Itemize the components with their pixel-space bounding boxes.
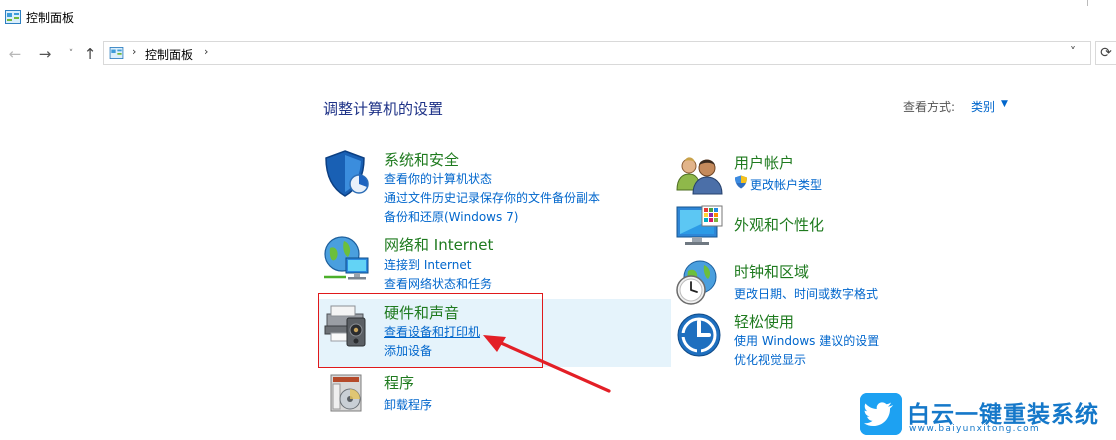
link-change-date-time-format[interactable]: 更改日期、时间或数字格式 bbox=[734, 285, 878, 302]
network-globe-icon bbox=[324, 236, 369, 280]
title-bar: 控制面板 bbox=[0, 0, 1116, 36]
link-view-computer-status[interactable]: 查看你的计算机状态 bbox=[384, 170, 492, 187]
bird-logo-icon bbox=[860, 393, 902, 435]
page-heading: 调整计算机的设置 bbox=[323, 100, 444, 118]
link-network-status-tasks[interactable]: 查看网络状态和任务 bbox=[384, 275, 492, 292]
link-uninstall-program[interactable]: 卸载程序 bbox=[384, 396, 432, 413]
window-edge bbox=[1087, 0, 1088, 6]
caret-down-icon[interactable]: ▼ bbox=[1001, 99, 1008, 109]
ease-of-access-icon bbox=[677, 313, 721, 357]
link-file-history-backup[interactable]: 通过文件历史记录保存你的文件备份副本 bbox=[384, 189, 600, 206]
control-panel-icon bbox=[109, 47, 124, 59]
appearance-monitor-icon bbox=[676, 205, 723, 245]
refresh-button[interactable]: ⟳ bbox=[1095, 41, 1116, 65]
window-title: 控制面板 bbox=[26, 11, 75, 25]
link-backup-restore[interactable]: 备份和还原(Windows 7) bbox=[384, 208, 518, 225]
recent-locations-button[interactable]: ˅ bbox=[62, 45, 80, 63]
link-windows-suggested-settings[interactable]: 使用 Windows 建议的设置 bbox=[734, 332, 879, 349]
category-clock-region[interactable]: 时钟和区域 bbox=[734, 261, 809, 282]
annotation-arrow-icon bbox=[483, 335, 611, 393]
up-button[interactable]: ↑ bbox=[81, 45, 99, 63]
address-bar[interactable]: › 控制面板 › ˅ bbox=[103, 41, 1091, 65]
link-change-account-type[interactable]: 更改帐户类型 bbox=[750, 176, 822, 193]
category-appearance-personalization[interactable]: 外观和个性化 bbox=[734, 214, 824, 235]
control-panel-icon bbox=[5, 10, 21, 24]
link-connect-internet[interactable]: 连接到 Internet bbox=[384, 256, 471, 273]
chevron-right-icon[interactable]: › bbox=[204, 45, 208, 58]
watermark-logo: 白云一键重装系统 www.baiyunxitong.com bbox=[860, 393, 1116, 440]
clock-region-icon bbox=[676, 260, 717, 305]
category-system-security[interactable]: 系统和安全 bbox=[384, 149, 459, 170]
address-dropdown-button[interactable]: ˅ bbox=[1070, 45, 1076, 59]
breadcrumb-control-panel[interactable]: 控制面板 bbox=[145, 46, 193, 63]
shield-icon bbox=[325, 150, 369, 197]
view-by-label: 查看方式: bbox=[903, 100, 956, 114]
uac-shield-icon bbox=[735, 175, 747, 189]
category-user-accounts[interactable]: 用户帐户 bbox=[734, 152, 794, 173]
view-by-dropdown[interactable]: 类别 bbox=[971, 98, 995, 115]
watermark-url: www.baiyunxitong.com bbox=[909, 424, 1040, 434]
forward-button[interactable]: → bbox=[36, 45, 54, 63]
back-button[interactable]: ← bbox=[6, 45, 24, 63]
category-ease-of-access[interactable]: 轻松使用 bbox=[734, 311, 794, 332]
category-programs[interactable]: 程序 bbox=[384, 372, 414, 393]
category-network-internet[interactable]: 网络和 Internet bbox=[384, 234, 493, 255]
programs-icon bbox=[330, 374, 362, 412]
link-optimize-visual-display[interactable]: 优化视觉显示 bbox=[734, 351, 806, 368]
chevron-right-icon[interactable]: › bbox=[132, 45, 136, 58]
user-accounts-icon bbox=[676, 157, 723, 195]
